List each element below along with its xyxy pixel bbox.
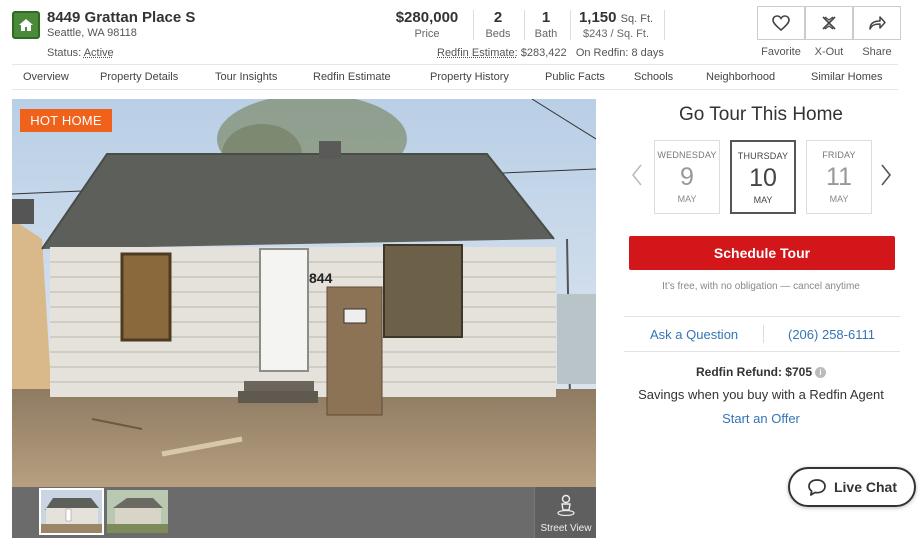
tab-property-details[interactable]: Property Details	[100, 71, 178, 83]
day-month: MAY	[753, 195, 773, 205]
day-number: 10	[749, 164, 777, 192]
x-out-icon	[822, 16, 836, 30]
share-label: Share	[862, 46, 892, 58]
refund-text: Redfin Refund: $705	[695, 365, 812, 379]
prev-day-button[interactable]	[627, 160, 647, 190]
live-chat-button[interactable]: Live Chat	[788, 467, 916, 507]
divider	[624, 316, 900, 317]
chevron-left-icon	[631, 164, 642, 186]
info-icon[interactable]: i	[815, 367, 826, 378]
address-title: 8449 Grattan Place S	[47, 9, 196, 26]
status-line: Status: Active	[47, 47, 114, 59]
day-number: 9	[680, 163, 694, 191]
sqft-value: 1,150	[578, 9, 617, 26]
home-icon[interactable]	[12, 11, 40, 39]
status-value[interactable]: Active	[84, 47, 114, 59]
tab-similar-homes[interactable]: Similar Homes	[811, 71, 883, 83]
tab-redfin-estimate[interactable]: Redfin Estimate	[313, 71, 391, 83]
day-card-wednesday[interactable]: WEDNESDAY 9 MAY	[654, 140, 720, 214]
street-view-button[interactable]: Street View	[534, 487, 596, 538]
sqft-stat: 1,150 Sq. Ft. $243 / Sq. Ft.	[576, 9, 656, 40]
tour-title: Go Tour This Home	[678, 104, 844, 125]
free-note: It’s free, with no obligation — cancel a…	[662, 281, 860, 292]
tab-neighborhood[interactable]: Neighborhood	[706, 71, 775, 83]
day-card-friday[interactable]: FRIDAY 11 MAY	[806, 140, 872, 214]
divider	[473, 10, 474, 40]
tab-tour-insights[interactable]: Tour Insights	[215, 71, 277, 83]
street-view-icon	[557, 494, 575, 516]
day-number: 11	[826, 163, 852, 191]
listing-header: 8449 Grattan Place S Seattle, WA 98118 S…	[0, 0, 920, 64]
redfin-refund: Redfin Refund: $705 i	[628, 365, 894, 379]
heart-icon	[772, 15, 790, 32]
divider	[570, 10, 571, 40]
day-name: WEDNESDAY	[657, 150, 717, 160]
start-offer-link[interactable]: Start an Offer	[628, 411, 894, 426]
divider	[763, 325, 764, 343]
divider	[664, 10, 665, 40]
thumbnail-2[interactable]	[107, 490, 168, 533]
beds-value: 2	[493, 9, 503, 26]
chat-bubble-icon	[808, 478, 826, 496]
estimate-value: $283,422	[520, 47, 567, 59]
beds-label: Beds	[485, 28, 511, 40]
estimate-line: Redfin Estimate: $283,422 On Redfin: 8 d…	[437, 47, 664, 59]
city-state-zip: Seattle, WA 98118	[47, 27, 137, 39]
price-label: Price	[414, 28, 440, 40]
baths-stat: 1 Bath	[530, 9, 562, 40]
listing-page: 8449 Grattan Place S Seattle, WA 98118 S…	[0, 0, 920, 538]
price-per-sqft: $243 / Sq. Ft.	[582, 28, 650, 40]
next-day-button[interactable]	[876, 160, 896, 190]
day-name: THURSDAY	[737, 151, 789, 161]
share-button[interactable]	[853, 6, 901, 40]
sqft-line: 1,150 Sq. Ft.	[576, 9, 656, 26]
ask-question-link[interactable]: Ask a Question	[650, 327, 738, 342]
schedule-tour-button[interactable]: Schedule Tour	[629, 236, 895, 270]
estimate-label[interactable]: Redfin Estimate:	[437, 47, 518, 59]
savings-text: Savings when you buy with a Redfin Agent	[638, 387, 884, 402]
chevron-right-icon	[881, 164, 892, 186]
xout-button[interactable]	[805, 6, 853, 40]
beds-stat: 2 Beds	[480, 9, 516, 40]
baths-label: Bath	[534, 28, 558, 40]
day-card-thursday[interactable]: THURSDAY 10 MAY	[730, 140, 796, 214]
price-value: $280,000	[395, 9, 459, 26]
svg-text:844: 844	[309, 270, 333, 286]
street-view-label: Street View	[540, 523, 592, 534]
sqft-unit: Sq. Ft.	[620, 13, 654, 25]
section-tabs: Overview Property Details Tour Insights …	[12, 64, 898, 90]
hot-home-badge: HOT HOME	[20, 109, 112, 132]
days-on-redfin: On Redfin: 8 days	[575, 47, 664, 59]
tab-overview[interactable]: Overview	[23, 71, 69, 83]
thumbnail-1[interactable]	[39, 488, 104, 535]
day-name: FRIDAY	[822, 150, 856, 160]
thumbnail-strip: Street View	[12, 487, 596, 538]
tab-public-facts[interactable]: Public Facts	[545, 71, 605, 83]
tab-schools[interactable]: Schools	[634, 71, 673, 83]
live-chat-label: Live Chat	[833, 479, 897, 495]
day-month: MAY	[677, 194, 697, 204]
share-icon	[869, 16, 886, 30]
baths-value: 1	[541, 9, 551, 26]
phone-link[interactable]: (206) 258-6111	[788, 327, 875, 342]
status-label: Status:	[47, 47, 82, 59]
tab-property-history[interactable]: Property History	[430, 71, 509, 83]
day-month: MAY	[829, 194, 849, 204]
favorite-button[interactable]	[757, 6, 805, 40]
listing-photo[interactable]: 844	[12, 99, 596, 487]
divider	[624, 351, 900, 352]
price-stat: $280,000 Price	[390, 9, 464, 40]
divider	[524, 10, 525, 40]
